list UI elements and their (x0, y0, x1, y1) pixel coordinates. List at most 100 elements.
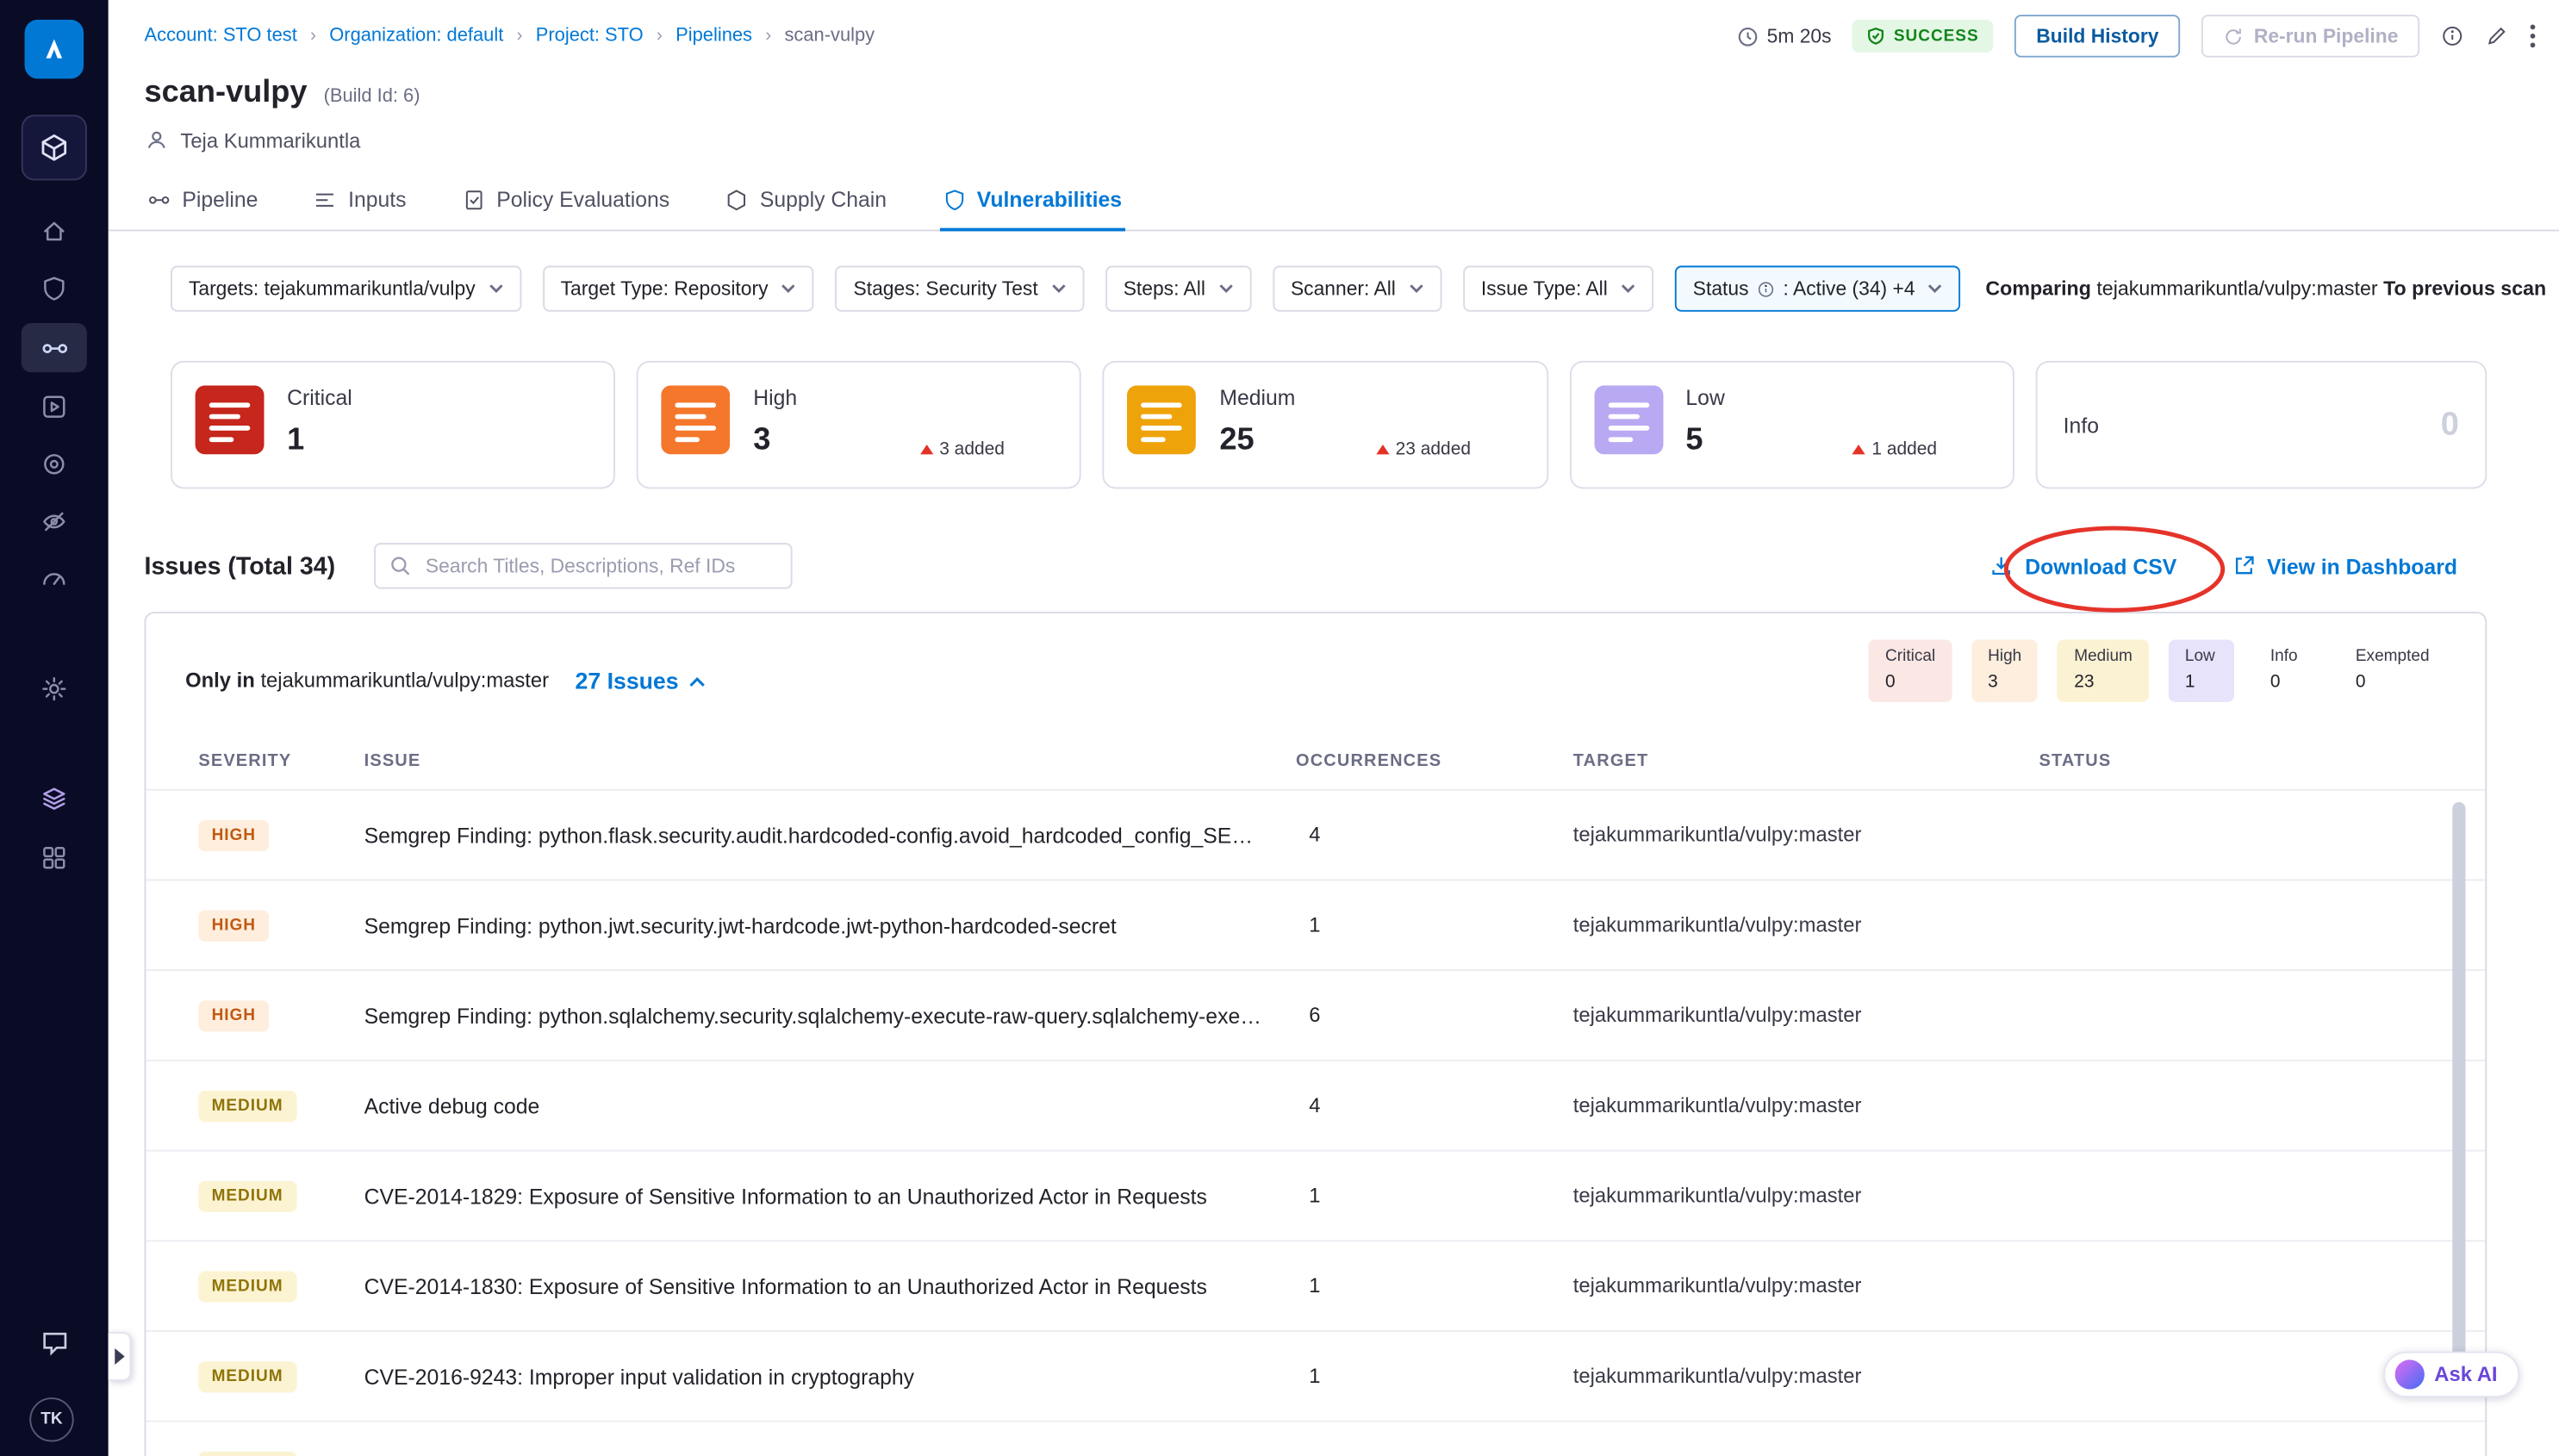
chip-medium: Medium 23 (2058, 639, 2149, 702)
added-delta: 23 added (1376, 439, 1471, 459)
module-selector-icon[interactable] (22, 115, 87, 180)
breadcrumb-separator: › (765, 26, 771, 46)
tab-vulnerabilities[interactable]: Vulnerabilities (939, 172, 1125, 232)
edit-pipeline-button[interactable] (2485, 25, 2508, 48)
sidebar-item-pipelines[interactable] (22, 323, 87, 372)
sidebar-item-scan[interactable] (22, 264, 87, 314)
ask-ai-button[interactable]: Ask AI (2383, 1352, 2520, 1397)
chevron-down-icon (1409, 283, 1423, 293)
view-in-dashboard-button[interactable]: View in Dashboard (2232, 554, 2457, 579)
filter-label: Stages: Security Test (854, 277, 1038, 301)
issue-title: Semgrep Finding: python.jwt.security.jwt… (364, 912, 1296, 937)
clock-icon (1737, 26, 1759, 47)
chip-value: 1 (2185, 673, 2218, 694)
tab-inputs[interactable]: Inputs (310, 172, 409, 232)
sidebar-item-chaos-module[interactable] (22, 775, 87, 824)
issues-total-title: Issues (Total 34) (145, 552, 336, 580)
breadcrumb-organization[interactable]: Organization: default (329, 26, 503, 46)
sidebar-item-home[interactable] (22, 207, 87, 256)
breadcrumb-account[interactable]: Account: STO test (145, 26, 297, 46)
severity-cards: Critical 1 High 3 3 added Medium 25 (171, 361, 2487, 489)
rerun-label: Re-run Pipeline (2254, 25, 2399, 48)
group-collapse-toggle[interactable]: 27 Issues (576, 668, 706, 694)
target: tejakummarikuntla/vulpy:master (1573, 1274, 2039, 1297)
download-csv-button[interactable]: Download CSV (1990, 554, 2176, 579)
sidebar-expand-toggle[interactable] (109, 1332, 132, 1381)
card-count: 25 (1219, 423, 1295, 459)
inputs-icon (314, 188, 337, 211)
caret-up-icon (1376, 445, 1389, 454)
tab-pipeline[interactable]: Pipeline (145, 172, 262, 232)
card-count: 0 (2441, 406, 2459, 444)
added-delta: 3 added (919, 439, 1005, 459)
sidebar-item-overview[interactable] (22, 554, 87, 603)
page-title: scan-vulpy (145, 76, 308, 112)
table-row[interactable]: HIGH Semgrep Finding: python.jwt.securit… (146, 880, 2485, 971)
filter-stages[interactable]: Stages: Security Test (836, 265, 1084, 311)
target-icon (41, 451, 67, 477)
search-container (375, 543, 793, 588)
target: tejakummarikuntla/vulpy:master (1573, 1004, 2039, 1027)
user-avatar[interactable]: TK (29, 1397, 73, 1441)
pipelines-icon (40, 333, 68, 361)
info-button[interactable] (2441, 25, 2464, 48)
external-link-icon (2232, 554, 2256, 577)
app-root: TK Account: STO test › Organization: def… (0, 0, 2559, 1456)
policy-check-icon (462, 188, 485, 211)
added-text: 1 added (1871, 439, 1937, 459)
severity-badge: MEDIUM (198, 1091, 296, 1122)
chip-label: Low (2185, 648, 2218, 668)
sidebar-item-settings[interactable] (22, 664, 87, 713)
sidebar-item-baselines[interactable] (22, 497, 87, 546)
table-row[interactable]: MEDIUM CVE-2014-1830: Exposure of Sensit… (146, 1241, 2485, 1332)
filter-target-type[interactable]: Target Type: Repository (543, 265, 814, 311)
tab-supply-chain[interactable]: Supply Chain (722, 172, 890, 232)
card-count: 5 (1685, 423, 1724, 459)
col-occurrences: OCCURRENCES (1296, 750, 1573, 770)
more-options-button[interactable] (2530, 23, 2537, 49)
table-row[interactable]: MEDIUM CVE-2014-1829: Exposure of Sensit… (146, 1151, 2485, 1241)
topbar-actions: 5m 20s SUCCESS Build History Re-run Pipe… (1737, 15, 2536, 58)
breadcrumb-project[interactable]: Project: STO (536, 26, 644, 46)
filter-steps[interactable]: Steps: All (1105, 265, 1252, 311)
tab-label: Supply Chain (760, 187, 887, 212)
severity-card-info: Info 0 (2035, 361, 2487, 489)
build-history-button[interactable]: Build History (2015, 15, 2181, 58)
table-row-partial[interactable]: MEDIUM CVE-2017-11424: Improper Authenti… (146, 1422, 2485, 1456)
table-row[interactable]: MEDIUM Active debug code 4 tejakummariku… (146, 1061, 2485, 1152)
eye-off-icon (41, 508, 67, 534)
sidebar-item-targets[interactable] (22, 439, 87, 488)
chevron-up-icon (688, 675, 705, 686)
issue-title: CVE-2016-9243: Improper input validation… (364, 1364, 1296, 1389)
sidebar-item-modules[interactable] (22, 833, 87, 882)
added-delta: 1 added (1852, 439, 1938, 459)
download-csv-label: Download CSV (2025, 554, 2176, 579)
target: tejakummarikuntla/vulpy:master (1573, 1365, 2039, 1388)
status-badge: SUCCESS (1852, 20, 1993, 53)
feedback-button[interactable] (22, 1317, 87, 1366)
high-severity-icon (662, 385, 731, 454)
tab-policy-evaluations[interactable]: Policy Evaluations (458, 172, 672, 232)
breadcrumb-pipelines[interactable]: Pipelines (676, 26, 752, 46)
search-input[interactable] (375, 543, 793, 588)
issues-panel: Only in tejakummarikuntla/vulpy:master 2… (145, 612, 2487, 1456)
filter-label: Targets: tejakummarikuntla/vulpy (189, 277, 476, 301)
rerun-pipeline-button[interactable]: Re-run Pipeline (2201, 15, 2419, 58)
table-row[interactable]: HIGH Semgrep Finding: python.sqlalchemy.… (146, 971, 2485, 1061)
table-row[interactable]: HIGH Semgrep Finding: python.flask.secur… (146, 791, 2485, 881)
tab-label: Inputs (348, 187, 406, 212)
sidebar-item-executions[interactable] (22, 383, 87, 432)
severity-badge: HIGH (198, 1000, 269, 1031)
col-status: STATUS (2039, 750, 2419, 770)
table-row[interactable]: MEDIUM CVE-2016-9243: Improper input val… (146, 1332, 2485, 1422)
harness-logo-icon[interactable] (25, 20, 84, 79)
table-scrollbar[interactable] (2452, 802, 2465, 1396)
target: tejakummarikuntla/vulpy:master (1573, 1094, 2039, 1117)
author-row: Teja Kummarikuntla (109, 128, 2559, 152)
col-target: TARGET (1573, 750, 2039, 770)
filter-issue-type[interactable]: Issue Type: All (1463, 265, 1653, 311)
filter-status[interactable]: Status : Active (34) +4 (1675, 265, 1961, 311)
filter-targets[interactable]: Targets: tejakummarikuntla/vulpy (171, 265, 521, 311)
filter-scanner[interactable]: Scanner: All (1273, 265, 1441, 311)
medium-severity-icon (1128, 385, 1197, 454)
